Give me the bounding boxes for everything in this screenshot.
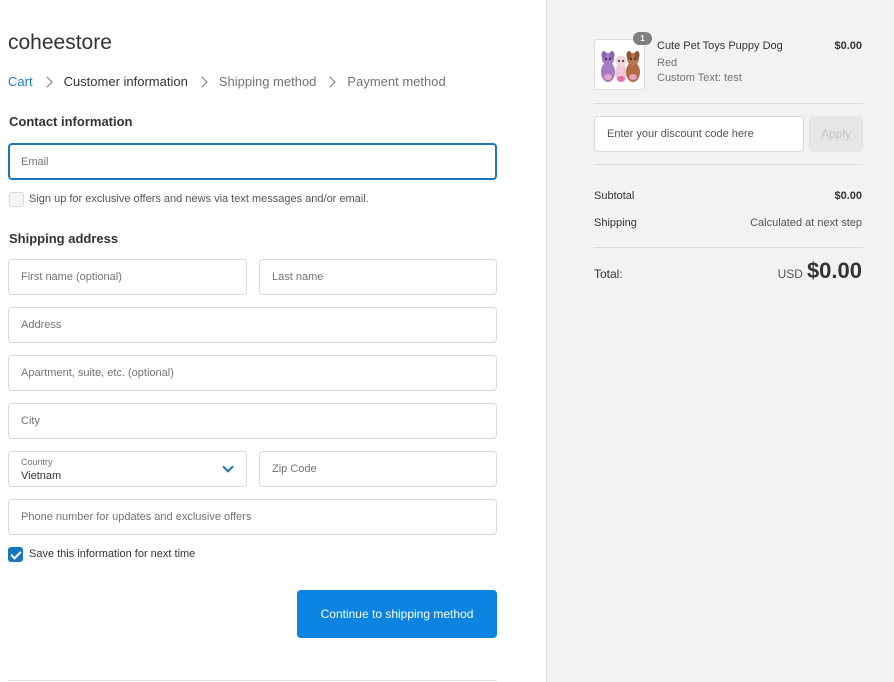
- summary-divider: [594, 164, 863, 165]
- summary-divider: [594, 103, 863, 104]
- last-name-field[interactable]: [259, 259, 497, 295]
- apartment-input[interactable]: [9, 356, 496, 390]
- quantity-badge: 1: [633, 32, 652, 45]
- city-field[interactable]: [8, 403, 497, 439]
- save-info-label: Save this information for next time: [29, 548, 196, 560]
- product-thumbnail: [594, 39, 645, 90]
- zip-code-input[interactable]: [260, 452, 496, 486]
- product-variant: Red: [657, 57, 678, 69]
- phone-field[interactable]: [8, 499, 497, 535]
- last-name-input[interactable]: [260, 260, 496, 294]
- breadcrumb-payment-method: Payment method: [347, 74, 446, 89]
- contact-information-heading: Contact information: [9, 114, 133, 129]
- city-input[interactable]: [9, 404, 496, 438]
- breadcrumb: Cart Customer information Shipping metho…: [8, 74, 446, 89]
- product-price: $0.00: [834, 40, 862, 52]
- store-name[interactable]: coheestore: [8, 31, 112, 55]
- total-label: Total:: [594, 267, 623, 281]
- continue-to-shipping-button[interactable]: Continue to shipping method: [297, 590, 497, 638]
- total-value: USD $0.00: [778, 258, 862, 284]
- chevron-right-icon: [196, 75, 208, 88]
- save-info-checkbox[interactable]: [8, 547, 23, 562]
- subtotal-label: Subtotal: [594, 190, 635, 202]
- first-name-input[interactable]: [9, 260, 246, 294]
- breadcrumb-cart-link[interactable]: Cart: [8, 74, 33, 89]
- marketing-optin-checkbox[interactable]: [9, 192, 24, 207]
- apply-discount-button[interactable]: Apply: [809, 116, 863, 152]
- chevron-down-icon: [222, 461, 234, 473]
- discount-code-field[interactable]: [594, 116, 804, 152]
- total-amount: $0.00: [806, 258, 862, 283]
- first-name-field[interactable]: [8, 259, 247, 295]
- address-field[interactable]: [8, 307, 497, 343]
- country-select[interactable]: Country Vietnam: [8, 451, 247, 487]
- chevron-right-icon: [324, 75, 337, 88]
- phone-input[interactable]: [9, 500, 496, 534]
- zip-code-field[interactable]: [259, 451, 497, 487]
- apartment-field[interactable]: [8, 355, 497, 391]
- dog-toys-image: [595, 40, 644, 89]
- shipping-value: Calculated at next step: [750, 217, 862, 229]
- breadcrumb-shipping-method: Shipping method: [218, 74, 317, 89]
- discount-code-input[interactable]: [595, 117, 803, 151]
- product-custom-text: Custom Text: test: [657, 72, 742, 84]
- subtotal-value: $0.00: [834, 190, 862, 202]
- shipping-address-heading: Shipping address: [9, 231, 119, 246]
- breadcrumb-customer-information: Customer information: [63, 74, 188, 89]
- email-input[interactable]: [10, 145, 495, 178]
- country-label: Country: [21, 457, 53, 467]
- address-input[interactable]: [9, 308, 496, 342]
- chevron-right-icon: [40, 75, 53, 88]
- checkout-form-panel: coheestore Cart Customer information Shi…: [0, 0, 546, 682]
- marketing-optin-label: Sign up for exclusive offers and news vi…: [29, 193, 369, 205]
- footer-divider: [8, 680, 497, 681]
- email-field[interactable]: [8, 143, 497, 180]
- summary-divider: [594, 247, 863, 248]
- shipping-label: Shipping: [594, 217, 637, 229]
- total-currency: USD: [777, 267, 803, 281]
- country-value: Vietnam: [21, 470, 62, 482]
- order-summary-panel: 1 Cute Pet Toys Puppy Dog Red Custom Tex…: [546, 0, 894, 682]
- product-name: Cute Pet Toys Puppy Dog: [657, 40, 783, 52]
